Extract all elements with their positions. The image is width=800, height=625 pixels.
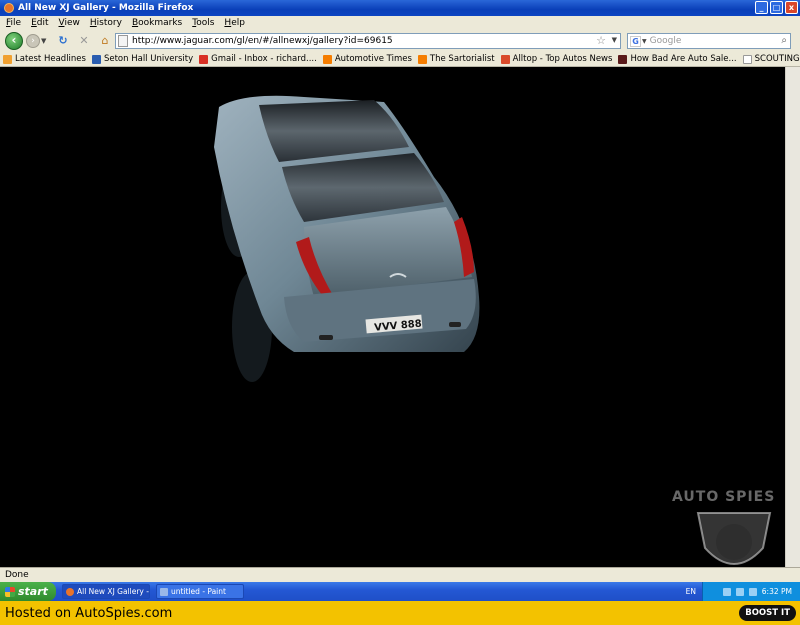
minimize-button[interactable]: _: [755, 1, 768, 14]
taskbar-item-paint[interactable]: untitled - Paint: [156, 584, 244, 599]
google-icon[interactable]: G: [630, 35, 641, 47]
alltop-icon: [500, 54, 510, 64]
search-engine-dropdown-icon[interactable]: ▼: [642, 38, 647, 45]
menu-tools[interactable]: Tools: [192, 18, 214, 28]
search-input[interactable]: Google: [650, 36, 682, 46]
home-icon[interactable]: ⌂: [98, 34, 112, 48]
bookmark-item[interactable]: Seton Hall University: [91, 54, 193, 64]
boost-it-button[interactable]: BOOST IT: [739, 605, 796, 621]
forward-button[interactable]: ›: [26, 34, 40, 48]
status-bar: Done: [0, 567, 800, 582]
stop-icon[interactable]: ✕: [77, 34, 91, 48]
window-title: All New XJ Gallery - Mozilla Firefox: [18, 3, 194, 13]
maximize-button[interactable]: □: [770, 1, 783, 14]
blogger-icon: [322, 54, 332, 64]
bookmark-item[interactable]: Automotive Times: [322, 54, 412, 64]
bookmark-star-icon[interactable]: ☆: [596, 34, 606, 47]
menu-bookmarks[interactable]: Bookmarks: [132, 18, 182, 28]
search-bar[interactable]: G ▼ Google ⌕: [627, 33, 791, 49]
url-dropdown-icon[interactable]: ▼: [612, 36, 617, 44]
page-icon: [118, 35, 128, 47]
rss-icon: [3, 54, 12, 64]
clock[interactable]: 6:32 PM: [762, 587, 792, 596]
firefox-icon: [66, 587, 74, 596]
bookmark-item[interactable]: Gmail - Inbox - richard....: [199, 54, 317, 64]
vertical-scrollbar[interactable]: [785, 67, 800, 567]
start-button[interactable]: start: [0, 582, 56, 601]
close-button[interactable]: x: [785, 1, 798, 14]
bookmarks-toolbar: Latest Headlines Seton Hall University G…: [0, 52, 800, 67]
paint-icon: [160, 587, 168, 596]
window-titlebar: All New XJ Gallery - Mozilla Firefox _ □…: [0, 0, 800, 16]
windows-taskbar: start All New XJ Gallery - M... untitled…: [0, 582, 800, 601]
bookmark-item[interactable]: SCOUTING NY - www.s...: [742, 54, 800, 64]
tray-icon[interactable]: [748, 587, 757, 596]
bookmark-item[interactable]: The Sartorialist: [417, 54, 495, 64]
page-icon: [742, 54, 752, 64]
windows-flag-icon: [5, 586, 15, 597]
university-icon: [91, 54, 101, 64]
taskbar-item-firefox[interactable]: All New XJ Gallery - M...: [62, 584, 150, 599]
reload-icon[interactable]: ↻: [56, 34, 70, 48]
menu-bar: File Edit View History Bookmarks Tools H…: [0, 16, 800, 30]
search-icon[interactable]: ⌕: [781, 35, 787, 46]
site-icon: [618, 54, 628, 64]
navigation-toolbar: ‹ › ▼ ↻ ✕ ⌂ http://www.jaguar.com/gl/en/…: [0, 30, 800, 52]
car-image: VVV 888: [214, 95, 480, 382]
firefox-icon: [4, 3, 14, 13]
bookmark-item[interactable]: How Bad Are Auto Sale...: [618, 54, 737, 64]
system-tray: 6:32 PM: [702, 582, 800, 601]
hosted-text: Hosted on AutoSpies.com: [5, 605, 173, 621]
gmail-icon: [199, 54, 209, 64]
blogger-icon: [417, 54, 427, 64]
bookmark-item[interactable]: Latest Headlines: [3, 54, 86, 64]
menu-help[interactable]: Help: [224, 18, 245, 28]
menu-history[interactable]: History: [90, 18, 122, 28]
url-text[interactable]: http://www.jaguar.com/gl/en/#/allnewxj/g…: [132, 36, 393, 46]
autospies-watermark: AUTO SPIES: [672, 489, 776, 505]
menu-file[interactable]: File: [6, 18, 21, 28]
hosted-footer: Hosted on AutoSpies.com BOOST IT: [0, 601, 800, 625]
menu-view[interactable]: View: [59, 18, 80, 28]
address-bar[interactable]: http://www.jaguar.com/gl/en/#/allnewxj/g…: [115, 33, 621, 49]
back-button[interactable]: ‹: [5, 32, 23, 50]
tray-icon[interactable]: [735, 587, 744, 596]
menu-edit[interactable]: Edit: [31, 18, 48, 28]
language-indicator[interactable]: EN: [686, 587, 696, 596]
history-dropdown-icon[interactable]: ▼: [41, 37, 49, 45]
bookmark-item[interactable]: Alltop - Top Autos News: [500, 54, 612, 64]
page-content: VVV 888: [4, 67, 785, 567]
tray-icon[interactable]: [722, 587, 731, 596]
